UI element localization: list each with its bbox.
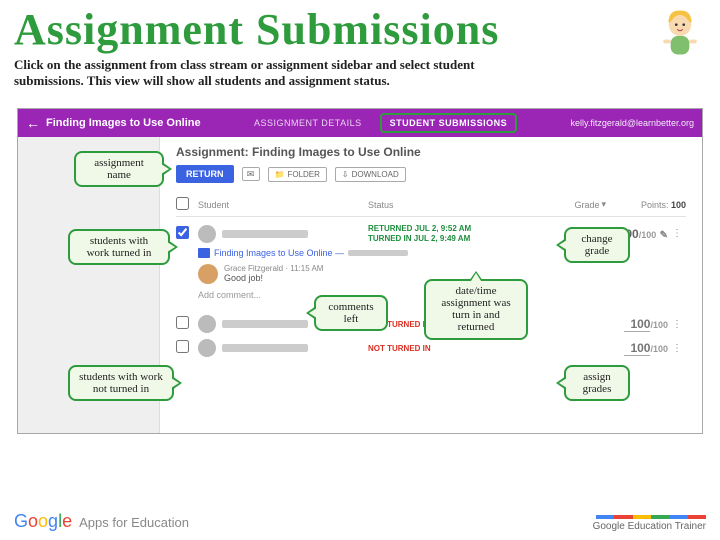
tab-student-submissions[interactable]: STUDENT SUBMISSIONS [380, 113, 518, 133]
row-overflow-icon[interactable]: ⋮ [668, 319, 686, 330]
callout-assignment-name: assignment name [74, 151, 164, 187]
assignment-heading: Assignment: Finding Images to Use Online [176, 145, 686, 159]
return-button[interactable]: RETURN [176, 165, 234, 183]
toolbar: RETURN ✉ 📁FOLDER ⇩DOWNLOAD [176, 165, 686, 183]
comment-text: Good job! [224, 273, 323, 283]
avatar-illustration [652, 6, 708, 62]
pencil-icon[interactable]: ✎ [660, 230, 668, 241]
callout-comments: comments left [314, 295, 388, 331]
col-points: Points: 100 [606, 200, 686, 210]
screenshot-container: ← Finding Images to Use Online ASSIGNMEN… [17, 108, 703, 434]
col-status[interactable]: Status [368, 200, 556, 210]
student-avatar [198, 339, 216, 357]
classroom-topbar: ← Finding Images to Use Online ASSIGNMEN… [18, 109, 702, 137]
row-checkbox[interactable] [176, 340, 189, 353]
row-checkbox[interactable] [176, 316, 189, 329]
row-overflow-icon[interactable]: ⋮ [668, 228, 686, 239]
comment-meta: Grace Fitzgerald · 11:15 AM [224, 264, 323, 273]
slide-footer: Google Apps for Education Google Educati… [14, 511, 706, 532]
google-apps-logo: Google Apps for Education [14, 511, 189, 532]
student-name-redacted [222, 230, 308, 238]
folder-icon: 📁 [275, 170, 285, 179]
student-row-not-turned-in[interactable]: NOT TURNED IN /100 ⋮ [176, 336, 686, 360]
row-checkbox[interactable] [176, 226, 189, 239]
folder-button[interactable]: 📁FOLDER [268, 167, 327, 182]
email-icon[interactable]: ✉ [242, 167, 260, 181]
slide-title: Assignment Submissions [0, 0, 720, 55]
grade-input[interactable] [624, 317, 650, 332]
doc-icon [198, 248, 210, 258]
tabs: ASSIGNMENT DETAILS STUDENT SUBMISSIONS [254, 113, 517, 133]
grade-input[interactable] [624, 341, 650, 356]
download-icon: ⇩ [342, 170, 349, 179]
back-arrow-icon[interactable]: ← [26, 115, 40, 131]
download-button[interactable]: ⇩DOWNLOAD [335, 167, 406, 182]
commenter-avatar [198, 264, 218, 284]
student-avatar [198, 315, 216, 333]
slide-intro: Click on the assignment from class strea… [0, 55, 560, 94]
select-all-checkbox[interactable] [176, 197, 189, 210]
callout-not-turned-in: students with work not turned in [68, 365, 174, 401]
trainer-badge: Google Education Trainer [593, 515, 706, 532]
column-headers: Student Status Grade ▾ Points: 100 [176, 193, 686, 217]
col-student[interactable]: Student [198, 200, 368, 210]
callout-assign-grades: assign grades [564, 365, 630, 401]
student-name-redacted [222, 344, 308, 352]
row-overflow-icon[interactable]: ⋮ [668, 343, 686, 354]
callout-change-grade: change grade [564, 227, 630, 263]
student-avatar [198, 225, 216, 243]
status-not-turned-in: NOT TURNED IN [368, 344, 618, 354]
callout-turned-in: students with work turned in [68, 229, 170, 265]
breadcrumb-assignment[interactable]: Finding Images to Use Online [46, 117, 201, 129]
tab-assignment-details[interactable]: ASSIGNMENT DETAILS [254, 118, 362, 128]
col-grade[interactable]: Grade ▾ [556, 199, 606, 210]
callout-datetime: date/time assignment was turn in and ret… [424, 279, 528, 339]
student-name-redacted [222, 320, 308, 328]
account-email[interactable]: kelly.fitzgerald@learnbetter.org [570, 118, 694, 128]
